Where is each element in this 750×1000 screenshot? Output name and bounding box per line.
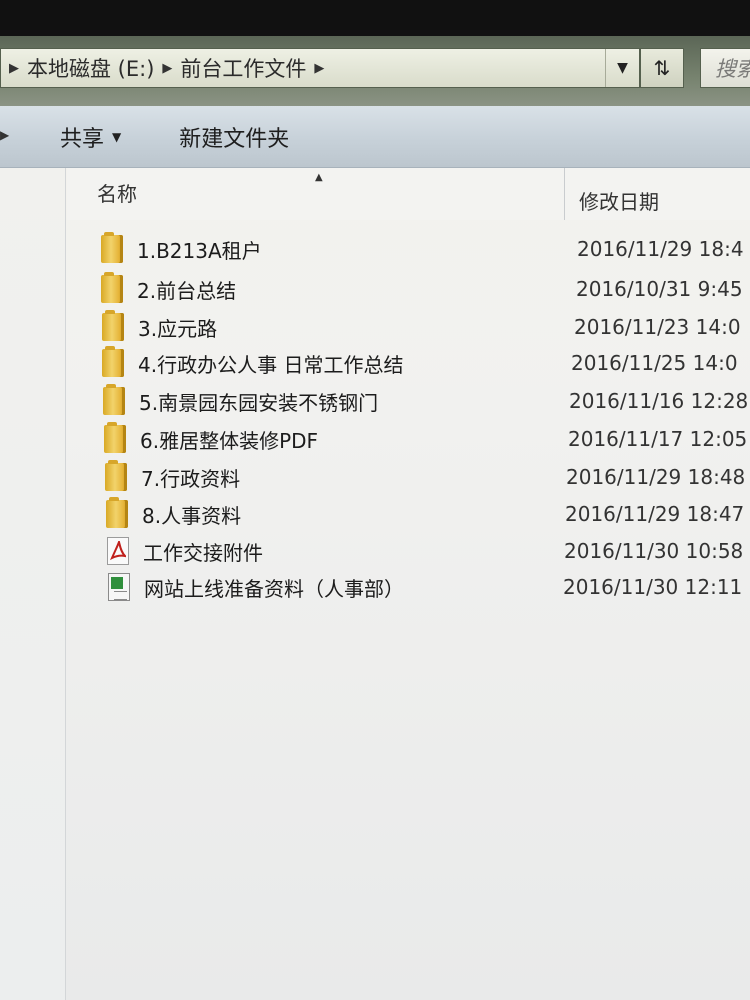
sort-ascending-icon: ▲ (315, 172, 323, 183)
toolbar-overflow-icon[interactable]: ▶ (0, 128, 9, 142)
file-name: 6.雅居整体装修PDF (140, 428, 319, 453)
file-date: 2016/11/29 18:47 (565, 502, 745, 526)
list-item[interactable]: 工作交接附件 2016/11/30 10:58 (107, 534, 750, 568)
list-item[interactable]: 网站上线准备资料（人事部） 2016/11/30 12:11 (108, 570, 750, 604)
chevron-down-icon: ▼ (617, 60, 628, 76)
list-item[interactable]: 6.雅居整体装修PDF 2016/11/17 12:05 (104, 422, 750, 456)
folder-icon (101, 272, 123, 303)
breadcrumb-separator-icon[interactable]: ▶ (314, 61, 324, 76)
file-date: 2016/11/17 12:05 (568, 427, 748, 451)
file-name: 3.应元路 (138, 316, 218, 341)
excel-spreadsheet-icon (108, 573, 130, 601)
column-divider[interactable] (564, 168, 565, 220)
file-name: 5.南景园东园安装不锈钢门 (139, 390, 379, 415)
file-date: 2016/11/29 18:4 (577, 237, 744, 261)
list-item[interactable]: 3.应元路 2016/11/23 14:0 (102, 310, 750, 344)
list-item[interactable]: 1.B213A租户 2016/11/29 18:4 (101, 232, 750, 266)
file-name: 2.前台总结 (137, 278, 237, 303)
folder-icon (106, 497, 128, 528)
folder-icon (104, 422, 126, 453)
refresh-button[interactable]: ⇅ (640, 48, 684, 88)
monitor-bezel: ▶ 本地磁盘 (E:) ▶ 前台工作文件 ▶ ▼ ⇅ 搜索 ▶ 共享 ▼ (0, 0, 750, 1000)
file-date: 2016/11/16 12:28 (569, 389, 749, 413)
search-placeholder: 搜索 (715, 57, 750, 81)
file-name: 7.行政资料 (141, 466, 241, 491)
refresh-icon: ⇅ (653, 56, 671, 80)
file-date: 2016/11/23 14:0 (574, 315, 741, 339)
breadcrumb-separator-icon[interactable]: ▶ (162, 61, 172, 76)
new-folder-label: 新建文件夹 (179, 126, 290, 152)
address-history-dropdown[interactable]: ▼ (605, 49, 639, 87)
file-name: 网站上线准备资料（人事部） (144, 576, 404, 601)
new-folder-button[interactable]: 新建文件夹 (179, 121, 289, 153)
file-name: 8.人事资料 (142, 503, 242, 528)
list-item[interactable]: 7.行政资料 2016/11/29 18:48 (105, 460, 750, 494)
command-bar: ▶ 共享 ▼ 新建文件夹 (0, 106, 750, 168)
list-item[interactable]: 8.人事资料 2016/11/29 18:47 (106, 497, 750, 531)
folder-icon (103, 384, 125, 415)
share-button[interactable]: 共享 ▼ (60, 121, 121, 153)
file-date: 2016/10/31 9:45 (576, 277, 743, 301)
list-item[interactable]: 5.南景园东园安装不锈钢门 2016/11/16 12:28 (103, 384, 750, 418)
share-label: 共享 (60, 126, 105, 152)
pdf-icon (107, 537, 129, 565)
file-date: 2016/11/30 12:11 (563, 575, 743, 599)
folder-icon (102, 346, 124, 377)
breadcrumb-drive[interactable]: 本地磁盘 (E:) (27, 53, 154, 83)
file-name: 工作交接附件 (143, 540, 263, 565)
file-name: 1.B213A租户 (137, 238, 262, 263)
chevron-down-icon: ▼ (112, 129, 122, 144)
breadcrumb-root-arrow-icon[interactable]: ▶ (9, 61, 19, 76)
file-name: 4.行政办公人事 日常工作总结 (138, 352, 404, 377)
explorer-window: ▶ 本地磁盘 (E:) ▶ 前台工作文件 ▶ ▼ ⇅ 搜索 ▶ 共享 ▼ (0, 36, 750, 1000)
folder-icon (102, 310, 124, 341)
folder-icon (101, 232, 123, 263)
address-bar-row: ▶ 本地磁盘 (E:) ▶ 前台工作文件 ▶ ▼ ⇅ 搜索 (0, 36, 750, 106)
column-header-row: 名称 ▲ 修改日期 (67, 168, 750, 220)
column-header-date-modified[interactable]: 修改日期 (579, 186, 659, 215)
address-bar[interactable]: ▶ 本地磁盘 (E:) ▶ 前台工作文件 ▶ ▼ (0, 48, 640, 88)
file-date: 2016/11/25 14:0 (571, 351, 738, 375)
navigation-pane[interactable] (0, 168, 66, 1000)
list-item[interactable]: 2.前台总结 2016/10/31 9:45 (101, 272, 750, 306)
breadcrumb-folder[interactable]: 前台工作文件 (180, 53, 306, 83)
file-date: 2016/11/30 10:58 (564, 539, 744, 563)
folder-icon (105, 460, 127, 491)
file-date: 2016/11/29 18:48 (566, 465, 746, 489)
list-item[interactable]: 4.行政办公人事 日常工作总结 2016/11/25 14:0 (102, 346, 750, 380)
column-header-name[interactable]: 名称 (97, 178, 137, 207)
search-input[interactable]: 搜索 (700, 48, 750, 88)
